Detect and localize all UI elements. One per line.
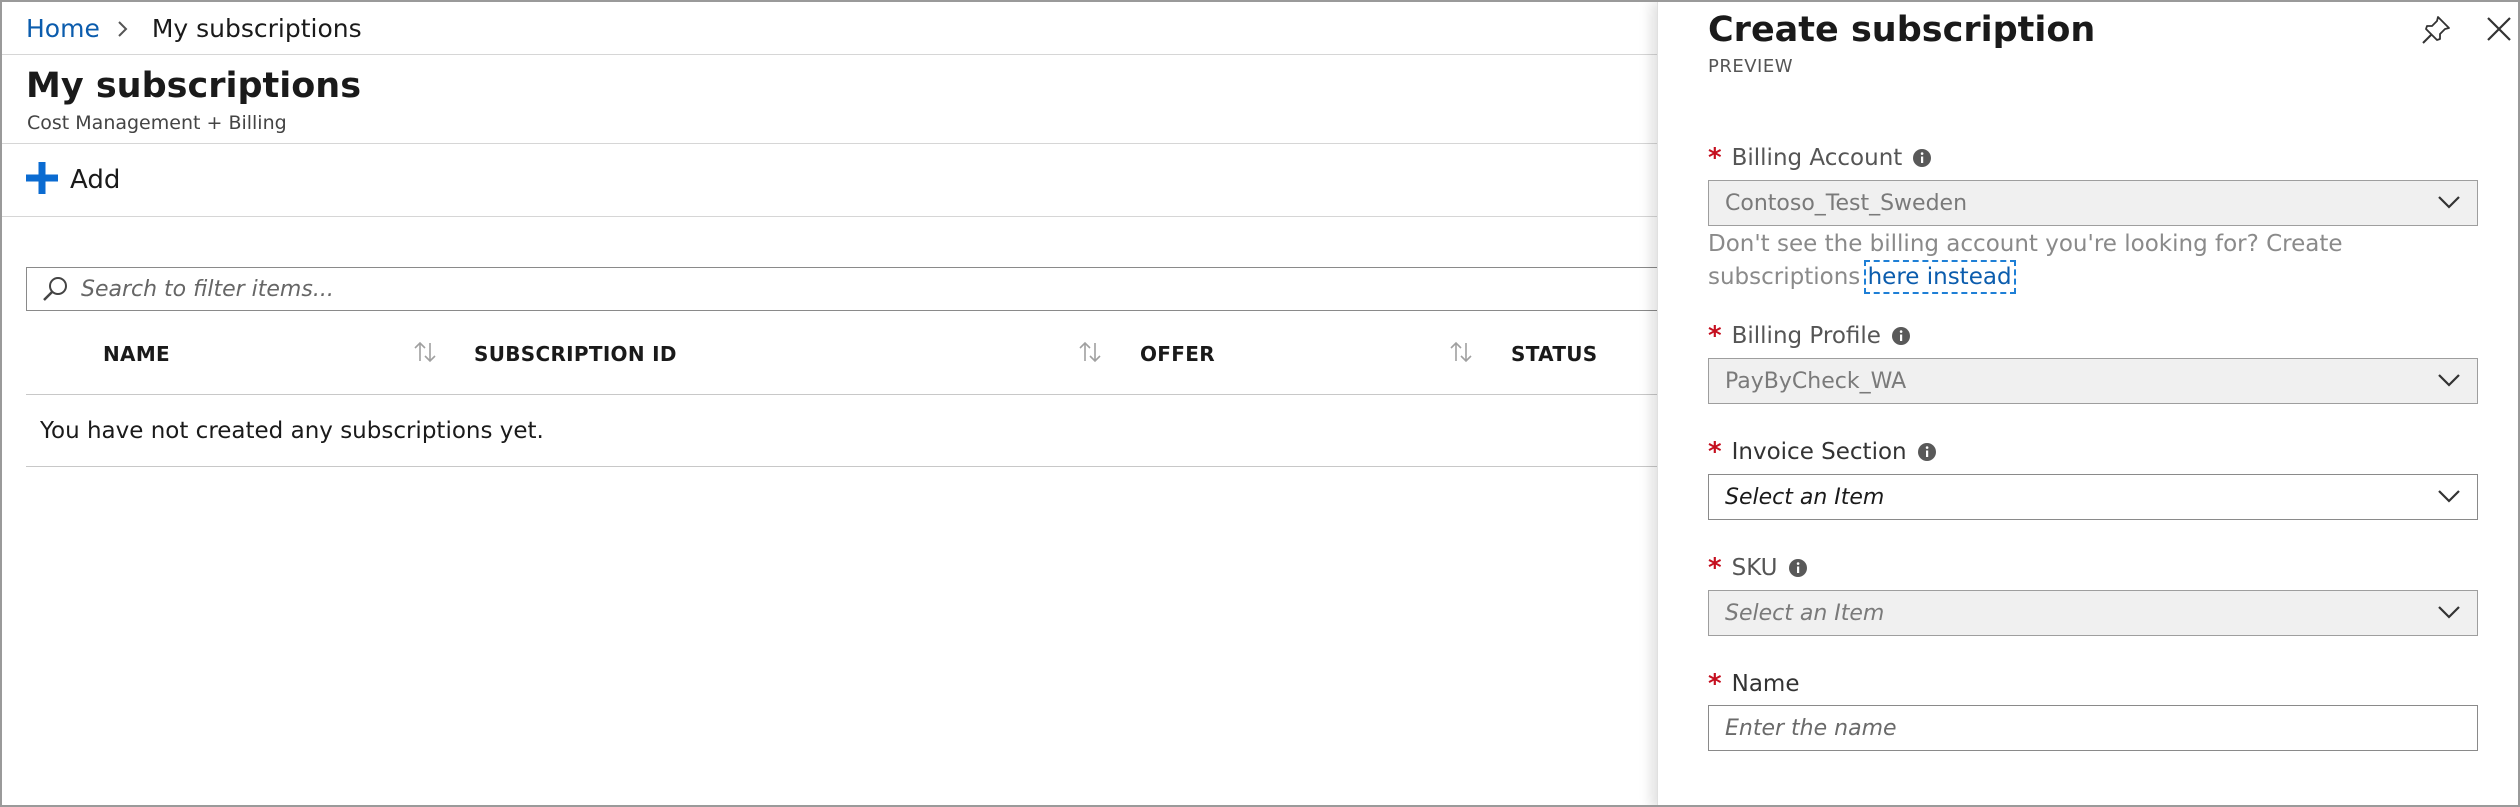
sku-value: Select an Item — [1725, 600, 1885, 626]
create-subscription-blade: Create subscription PREVIEW * Billing Ac… — [1657, 2, 2518, 805]
sort-icon[interactable] — [412, 339, 438, 369]
search-box — [26, 267, 1726, 311]
billing-profile-select[interactable]: PayByCheck_WA — [1708, 358, 2478, 404]
divider — [2, 143, 1662, 144]
breadcrumb-home-link[interactable]: Home — [26, 14, 100, 43]
column-header-subscription-id[interactable]: SUBSCRIPTION ID — [474, 342, 677, 366]
add-button-label: Add — [70, 165, 121, 195]
breadcrumb-current: My subscriptions — [151, 14, 362, 43]
chevron-down-icon — [2437, 191, 2461, 216]
info-icon[interactable] — [1912, 148, 1932, 168]
billing-account-value: Contoso_Test_Sweden — [1725, 190, 1968, 216]
helper-text: Don't see the billing account you're loo… — [1708, 231, 2343, 290]
invoice-section-label-text: Invoice Section — [1731, 439, 1907, 465]
billing-account-label: * Billing Account — [1708, 143, 1932, 173]
sku-label-text: SKU — [1731, 555, 1778, 581]
column-header-status[interactable]: STATUS — [1511, 342, 1598, 366]
name-label-text: Name — [1731, 671, 1800, 697]
required-marker: * — [1708, 143, 1722, 173]
search-input[interactable] — [79, 275, 1725, 303]
divider — [26, 466, 1666, 467]
info-icon[interactable] — [1917, 442, 1937, 462]
column-header-name[interactable]: NAME — [103, 342, 170, 366]
chevron-down-icon — [2437, 485, 2461, 510]
chevron-down-icon — [2437, 369, 2461, 394]
close-icon[interactable] — [2486, 16, 2512, 46]
add-button[interactable]: Add — [26, 162, 120, 198]
preview-label: PREVIEW — [1708, 56, 1794, 77]
chevron-right-icon — [116, 19, 136, 39]
sort-icon[interactable] — [1077, 339, 1103, 369]
billing-profile-label: * Billing Profile — [1708, 321, 1911, 351]
required-marker: * — [1708, 553, 1722, 583]
blade-title: Create subscription — [1708, 10, 2096, 50]
billing-profile-label-text: Billing Profile — [1731, 323, 1881, 349]
invoice-section-value: Select an Item — [1725, 484, 1885, 510]
plus-icon — [26, 162, 58, 198]
billing-profile-value: PayByCheck_WA — [1725, 368, 1907, 394]
divider — [2, 216, 1662, 217]
divider — [2, 54, 1662, 55]
invoice-section-label: * Invoice Section — [1708, 437, 1937, 467]
create-subscriptions-here-link[interactable]: here instead — [1863, 260, 2016, 294]
billing-account-select[interactable]: Contoso_Test_Sweden — [1708, 180, 2478, 226]
required-marker: * — [1708, 669, 1722, 699]
invoice-section-select[interactable]: Select an Item — [1708, 474, 2478, 520]
name-input[interactable] — [1708, 705, 2478, 751]
required-marker: * — [1708, 437, 1722, 467]
chevron-down-icon — [2437, 601, 2461, 626]
sku-label: * SKU — [1708, 553, 1808, 583]
column-header-offer[interactable]: OFFER — [1140, 342, 1215, 366]
empty-table-message: You have not created any subscriptions y… — [40, 418, 544, 444]
required-marker: * — [1708, 321, 1722, 351]
billing-account-label-text: Billing Account — [1731, 145, 1903, 171]
pin-icon[interactable] — [2420, 14, 2452, 50]
sku-select[interactable]: Select an Item — [1708, 590, 2478, 636]
divider — [26, 394, 1666, 395]
page-subtitle: Cost Management + Billing — [27, 112, 287, 134]
sort-icon[interactable] — [1448, 339, 1474, 369]
page-title: My subscriptions — [26, 66, 362, 106]
info-icon[interactable] — [1891, 326, 1911, 346]
billing-account-helper: Don't see the billing account you're loo… — [1708, 228, 2478, 294]
portal-window: Home My subscriptions My subscriptions C… — [0, 0, 2520, 807]
search-icon — [41, 275, 69, 303]
name-label: * Name — [1708, 669, 1799, 699]
info-icon[interactable] — [1788, 558, 1808, 578]
breadcrumb: Home My subscriptions — [26, 14, 362, 43]
